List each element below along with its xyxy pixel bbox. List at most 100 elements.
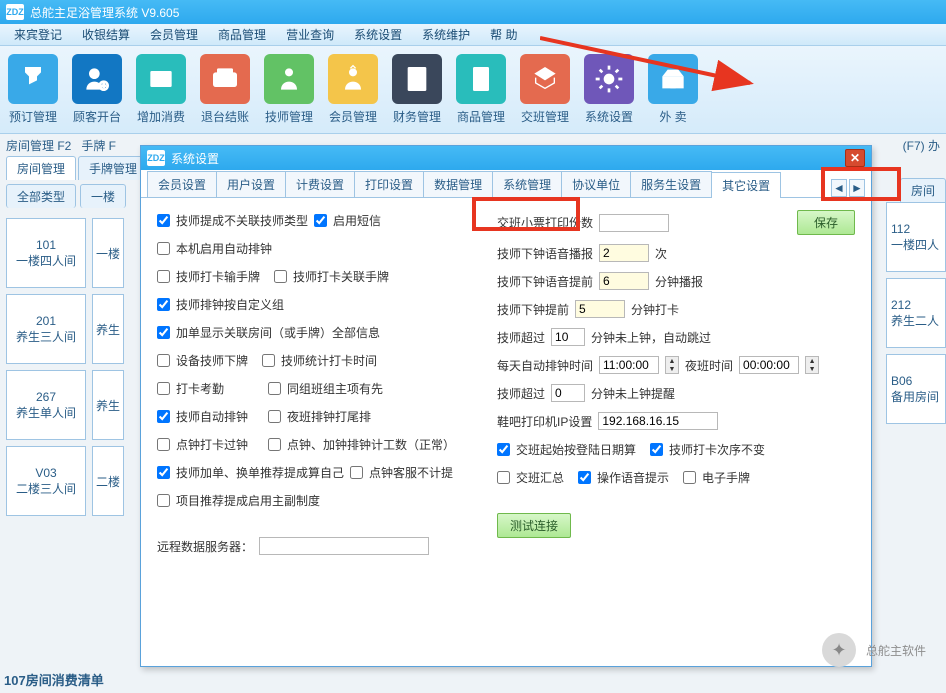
app-logo: ZDZ: [6, 4, 24, 20]
sub-left: 房间管理 F2: [6, 137, 71, 154]
chk-night-tail[interactable]: [268, 410, 281, 423]
room-button[interactable]: 房间: [900, 178, 946, 202]
chk-stat-time[interactable]: [262, 354, 275, 367]
save-button[interactable]: 保存: [797, 210, 855, 235]
room-card[interactable]: 一楼: [92, 218, 124, 288]
room-card[interactable]: 112一楼四人: [886, 202, 946, 272]
tab-nav-right-icon[interactable]: ►: [849, 179, 865, 197]
menu-item[interactable]: 帮 助: [480, 26, 527, 43]
printer-ip-input[interactable]: [598, 412, 718, 430]
time-spinner[interactable]: ▲▼: [805, 356, 819, 374]
toolbar-会员管理[interactable]: 会员管理: [328, 54, 378, 125]
footer-text: 107房间消费清单: [4, 670, 104, 689]
sub-mid: 手牌 F: [81, 137, 116, 154]
dialog-title: 系统设置: [171, 150, 219, 167]
chk-no-commission[interactable]: [350, 466, 363, 479]
dialog-tab[interactable]: 计费设置: [285, 171, 355, 197]
chk-commission[interactable]: [157, 214, 170, 227]
room-card[interactable]: 养生: [92, 370, 124, 440]
room-card[interactable]: 212养生二人: [886, 278, 946, 348]
toolbar-顾客开台[interactable]: 顾客开台: [72, 54, 122, 125]
dialog-tab[interactable]: 打印设置: [354, 171, 424, 197]
auto-time-input[interactable]: [599, 356, 659, 374]
chk-ecard[interactable]: [683, 471, 696, 484]
chk-shift-date[interactable]: [497, 443, 510, 456]
title-bar: ZDZ 总舵主足浴管理系统 V9.605: [0, 0, 946, 24]
toolbar-财务管理[interactable]: 财务管理: [392, 54, 442, 125]
print-copies-input[interactable]: [599, 214, 669, 232]
remote-server-input[interactable]: [259, 537, 429, 555]
menu-item[interactable]: 系统设置: [344, 26, 412, 43]
punch-advance-input[interactable]: [575, 300, 625, 318]
chk-custom-group[interactable]: [157, 298, 170, 311]
chk-sms[interactable]: [314, 214, 327, 227]
toolbar-交班管理[interactable]: 交班管理: [520, 54, 570, 125]
toolbar-退台结账[interactable]: 退台结账: [200, 54, 250, 125]
voice-advance-input[interactable]: [599, 272, 649, 290]
chk-auto-schedule[interactable]: [157, 242, 170, 255]
time-spinner[interactable]: ▲▼: [665, 356, 679, 374]
dialog-logo: ZDZ: [147, 150, 165, 166]
chk-punch-card[interactable]: [157, 270, 170, 283]
test-connection-button[interactable]: 测试连接: [497, 513, 571, 538]
menu-bar: 来宾登记 收银结算 会员管理 商品管理 营业查询 系统设置 系统维护 帮 助: [0, 24, 946, 46]
chk-punch-order[interactable]: [650, 443, 663, 456]
chk-auto-arrange[interactable]: [157, 410, 170, 423]
tab-nav-left-icon[interactable]: ◄: [831, 179, 847, 197]
dialog-tab[interactable]: 系统管理: [492, 171, 562, 197]
menu-item[interactable]: 商品管理: [208, 26, 276, 43]
menu-item[interactable]: 会员管理: [140, 26, 208, 43]
dialog-tab[interactable]: 用户设置: [216, 171, 286, 197]
settings-dialog: ZDZ 系统设置 ✕ 会员设置用户设置计费设置打印设置数据管理系统管理协议单位服…: [140, 145, 872, 667]
toolbar-技师管理[interactable]: 技师管理: [264, 54, 314, 125]
chk-main-sub[interactable]: [157, 494, 170, 507]
chk-count-normal[interactable]: [268, 438, 281, 451]
toolbar-外 卖[interactable]: 外 卖: [648, 54, 698, 125]
chk-attendance[interactable]: [157, 382, 170, 395]
filter-floor[interactable]: 一楼: [80, 184, 126, 208]
chk-group-priority[interactable]: [268, 382, 281, 395]
chk-device[interactable]: [157, 354, 170, 367]
sub-right: (F7) 办: [903, 137, 940, 154]
toolbar-预订管理[interactable]: 预订管理: [8, 54, 58, 125]
room-card[interactable]: 267养生单人间: [6, 370, 86, 440]
room-card[interactable]: 101一楼四人间: [6, 218, 86, 288]
close-icon[interactable]: ✕: [845, 149, 865, 167]
dialog-title-bar: ZDZ 系统设置 ✕: [141, 146, 871, 170]
skip-minutes-input[interactable]: [551, 328, 585, 346]
chk-overtime[interactable]: [157, 438, 170, 451]
dialog-body: 技师提成不关联技师类型启用短信 本机启用自动排钟 技师打卡输手牌技师打卡关联手牌…: [141, 198, 871, 568]
room-card[interactable]: 二楼: [92, 446, 124, 516]
filter-all[interactable]: 全部类型: [6, 184, 76, 208]
dialog-tab[interactable]: 协议单位: [561, 171, 631, 197]
toolbar: 预订管理顾客开台增加消费退台结账技师管理会员管理财务管理商品管理交班管理系统设置…: [0, 46, 946, 134]
dialog-tab[interactable]: 服务生设置: [630, 171, 712, 197]
tab-card[interactable]: 手牌管理: [78, 156, 148, 180]
room-card[interactable]: 201养生三人间: [6, 294, 86, 364]
chk-shift-summary[interactable]: [497, 471, 510, 484]
dialog-tab[interactable]: 会员设置: [147, 171, 217, 197]
watermark: ✦ 总舵主软件: [822, 633, 926, 667]
night-time-input[interactable]: [739, 356, 799, 374]
voice-times-input[interactable]: [599, 244, 649, 262]
remote-label: 远程数据服务器：: [157, 538, 253, 555]
dialog-tab[interactable]: 数据管理: [423, 171, 493, 197]
dialog-tab[interactable]: 其它设置: [711, 172, 781, 198]
toolbar-增加消费[interactable]: 增加消费: [136, 54, 186, 125]
chk-punch-link[interactable]: [274, 270, 287, 283]
menu-item[interactable]: 来宾登记: [4, 26, 72, 43]
remind-minutes-input[interactable]: [551, 384, 585, 402]
room-card[interactable]: 养生: [92, 294, 124, 364]
chk-voice-prompt[interactable]: [578, 471, 591, 484]
wechat-icon: ✦: [822, 633, 856, 667]
tab-room[interactable]: 房间管理: [6, 156, 76, 180]
menu-item[interactable]: 收银结算: [72, 26, 140, 43]
menu-item[interactable]: 系统维护: [412, 26, 480, 43]
room-card[interactable]: V03二楼三人间: [6, 446, 86, 516]
menu-item[interactable]: 营业查询: [276, 26, 344, 43]
toolbar-系统设置[interactable]: 系统设置: [584, 54, 634, 125]
chk-recommend-self[interactable]: [157, 466, 170, 479]
toolbar-商品管理[interactable]: 商品管理: [456, 54, 506, 125]
chk-show-all[interactable]: [157, 326, 170, 339]
room-card[interactable]: B06备用房间: [886, 354, 946, 424]
